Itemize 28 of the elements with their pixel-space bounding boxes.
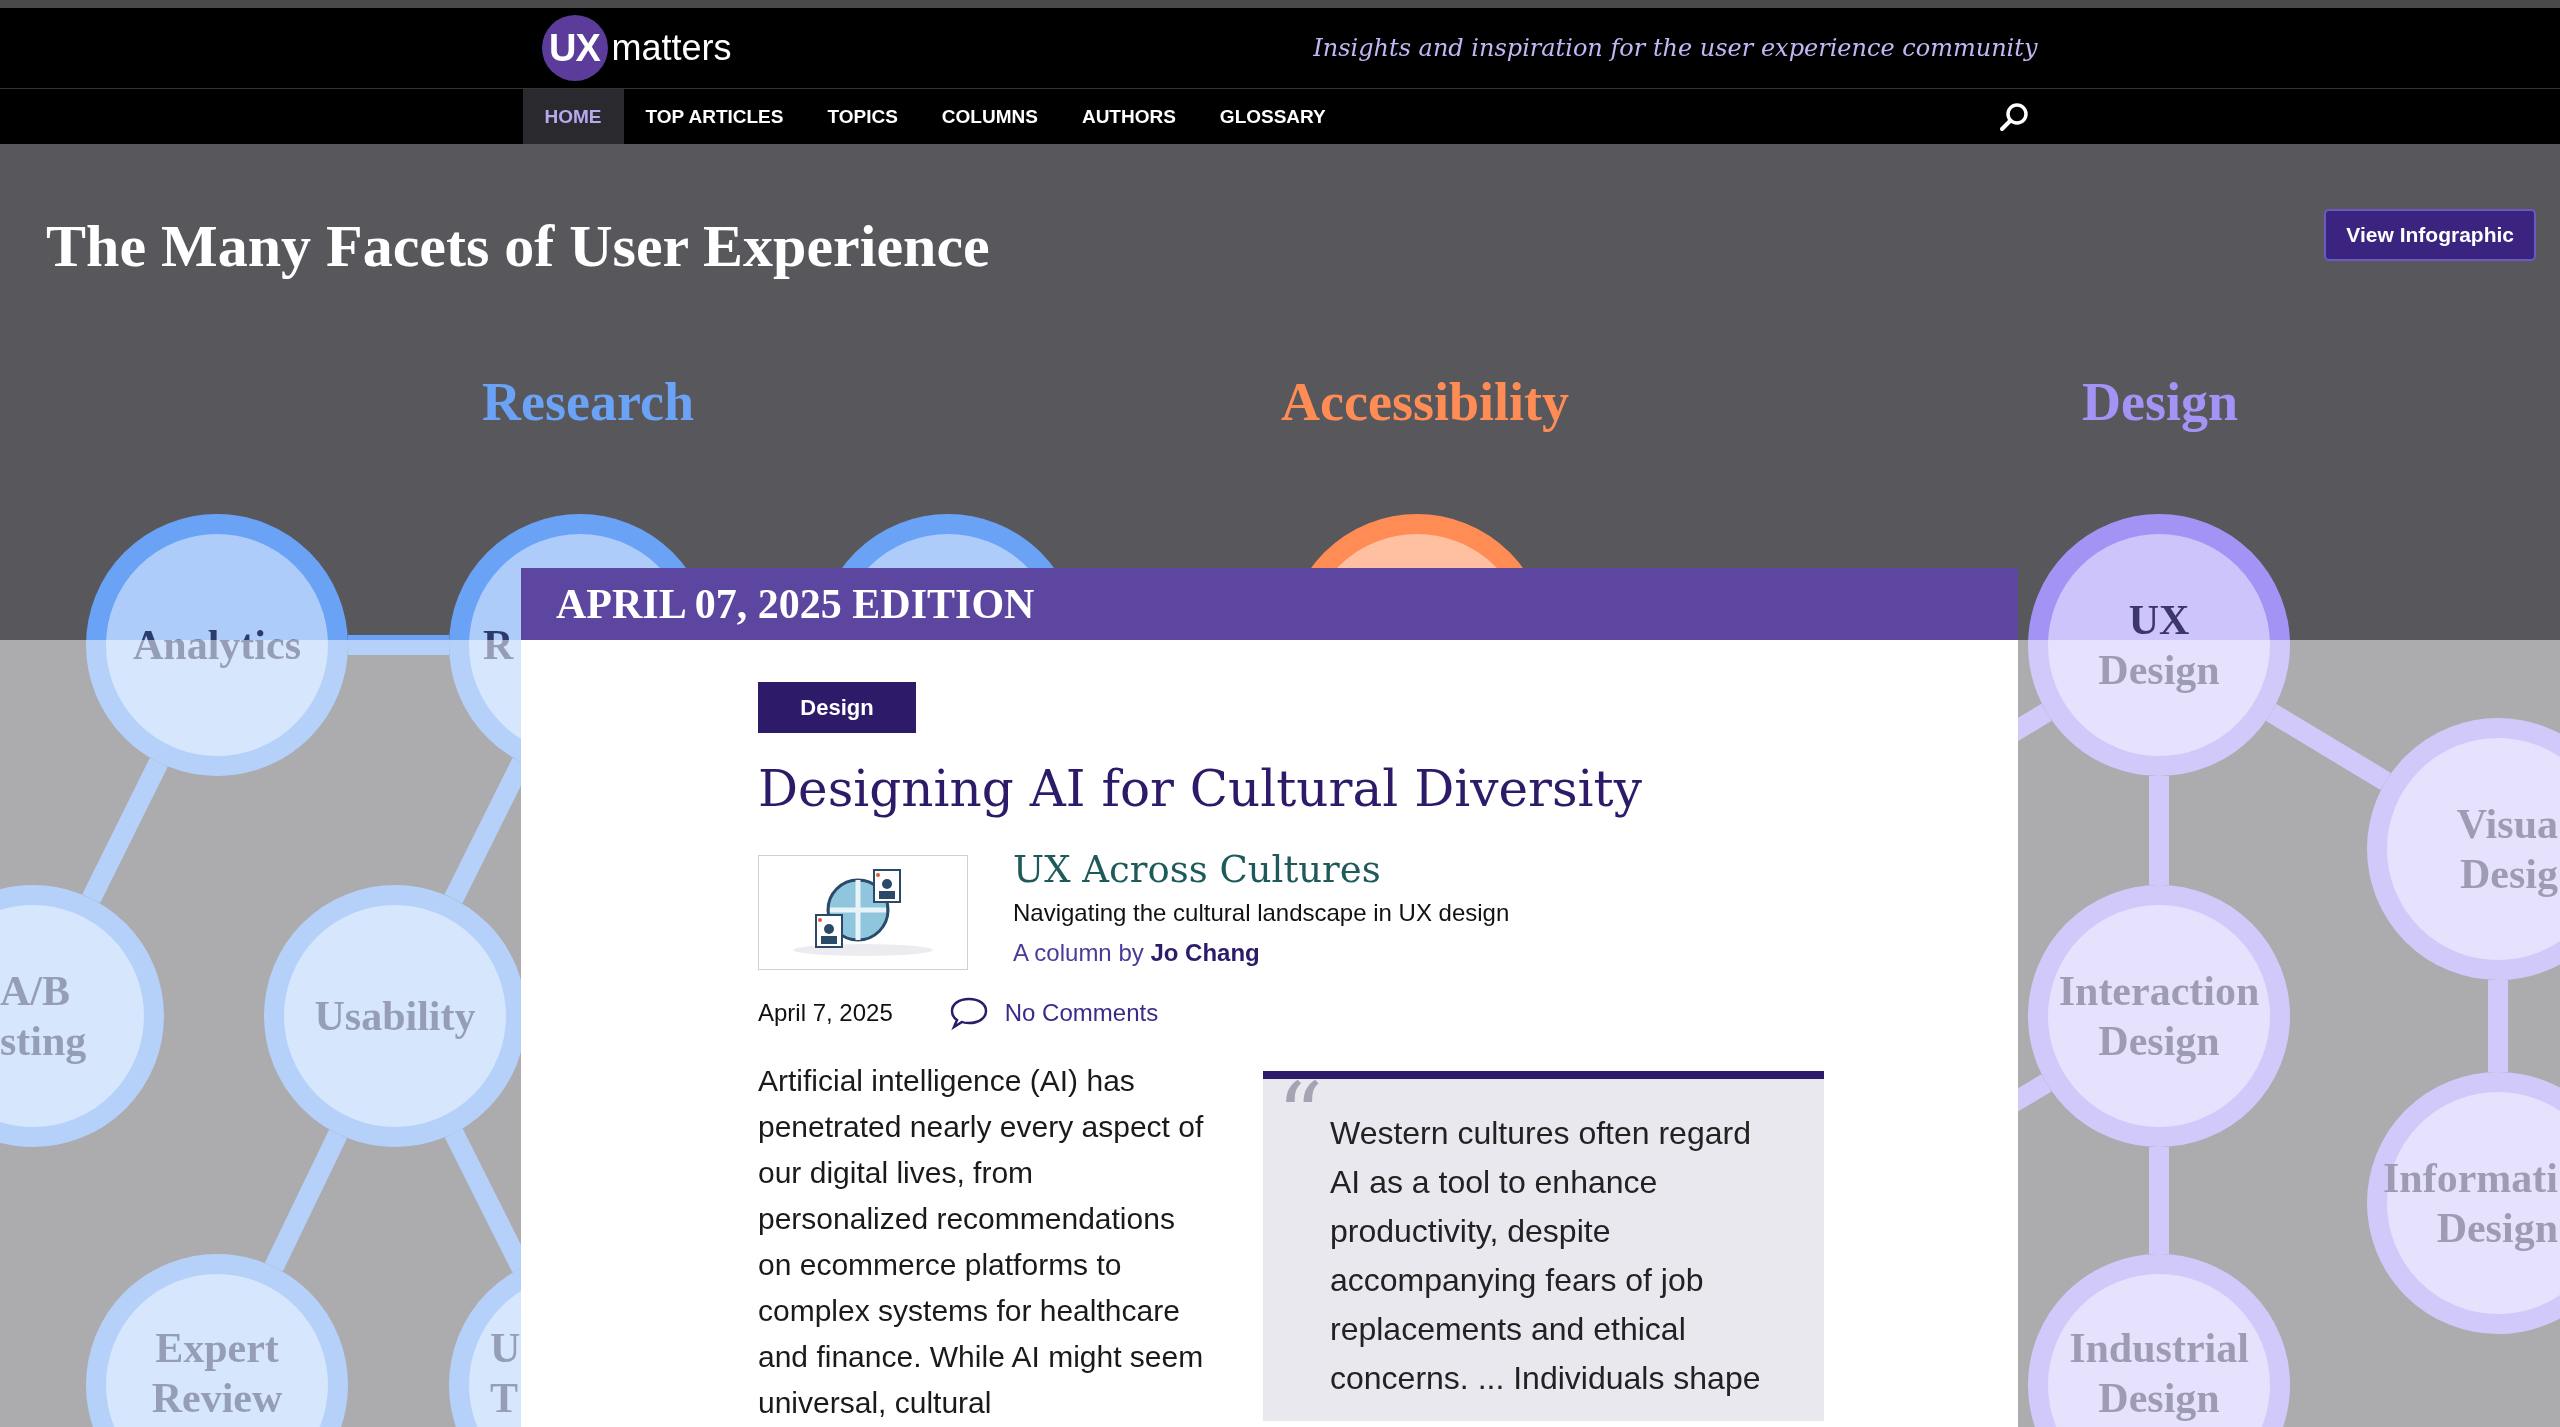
search-icon[interactable] (1997, 100, 2030, 133)
column-subtitle: Navigating the cultural landscape in UX design (1013, 899, 1510, 927)
quote-mark: “ (1277, 1071, 1323, 1161)
nav-tab[interactable]: COLUMNS (919, 89, 1060, 144)
logo-mark[interactable]: UX (541, 15, 608, 81)
speech-bubble-icon[interactable] (948, 996, 989, 1030)
facet-node[interactable]: UX Design (2028, 514, 2290, 776)
logo-text[interactable]: matters (611, 27, 732, 69)
category-heading: Design (2082, 372, 2238, 432)
nav-tab[interactable]: GLOSSARY (1197, 89, 1348, 144)
article-date: April 7, 2025 (758, 999, 893, 1027)
quote-text: Western cultures often regard AI as a tool to enhance productivity, despite accompanying fears of job replacements and ethical concerns. ... Individuals shape (1330, 1114, 1762, 1398)
page-title: The Many Facets of User Experience (46, 212, 990, 281)
article-headline[interactable]: Designing AI for Cultural Diversity (758, 758, 1642, 820)
column-byline[interactable]: A column by Jo Chang (1013, 939, 1260, 967)
comments-link[interactable]: No Comments (1004, 999, 1159, 1027)
category-heading: Research (482, 372, 694, 432)
category-heading: Accessibility (1281, 372, 1569, 432)
view-infographic-button[interactable]: View Infographic (2324, 209, 2536, 261)
nav-tab[interactable]: TOPICS (805, 89, 920, 144)
article-text: Artificial intelligence (AI) has penetrated nearly every aspect of our digital lives, from personalized recommendations on ecommerce platforms to complex systems for healthcare and finance. While AI might seem universal, cultural (758, 1063, 1205, 1421)
site-tagline: Insights and inspiration for the user experience community (1313, 34, 2038, 62)
edition-title: APRIL 07, 2025 EDITION (556, 580, 1035, 628)
nav-tab[interactable]: HOME (522, 89, 624, 144)
nav-tab[interactable]: AUTHORS (1059, 89, 1198, 144)
nav-tab[interactable]: TOP ARTICLES (623, 89, 806, 144)
column-title[interactable]: UX Across Cultures (1013, 847, 1381, 893)
category-tag[interactable]: Design (758, 682, 916, 733)
